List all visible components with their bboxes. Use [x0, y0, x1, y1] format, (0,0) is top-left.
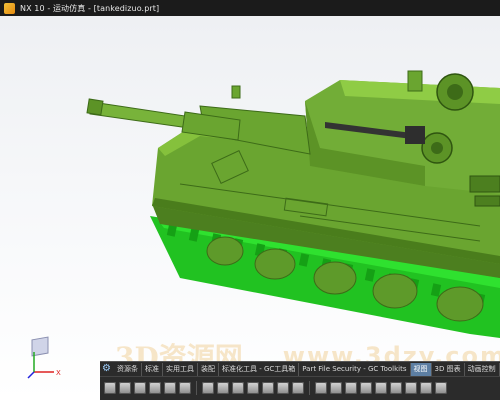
tab-resource-bar[interactable]: 资源条: [114, 362, 142, 376]
tab-gc-toolkit[interactable]: 标准化工具 - GC工具箱: [219, 362, 300, 376]
tab-standard[interactable]: 标准: [142, 362, 163, 376]
graphics-viewport[interactable]: X 3D资源网 www.3dzy.com: [0, 16, 500, 400]
toolbar-tool-icon[interactable]: [232, 382, 244, 394]
toolbar-tool-icon[interactable]: [375, 382, 387, 394]
toolbar-tool-icon[interactable]: [247, 382, 259, 394]
toolbar-tool-icon[interactable]: [420, 382, 432, 394]
window-titlebar: NX 10 - 运动仿真 - [tankedizuo.prt]: [0, 0, 500, 16]
tab-view[interactable]: 视图: [410, 362, 432, 376]
tab-animation-control[interactable]: 动画控制: [465, 362, 500, 376]
toolbar-tool-icon[interactable]: [149, 382, 161, 394]
nx-app-icon: [4, 2, 15, 14]
tab-3d-chart[interactable]: 3D 图表: [432, 362, 465, 376]
ribbon-toolbar: ⚙ 资源条 标准 实用工具 装配 标准化工具 - GC工具箱 Part File…: [100, 361, 500, 400]
toolbar-tool-icon[interactable]: [134, 382, 146, 394]
coordinate-triad: X: [27, 336, 61, 379]
main-gun: [86, 98, 241, 141]
toolbar-separator: [309, 381, 310, 395]
toolbar-tool-icon[interactable]: [292, 382, 304, 394]
toolbar-icon-row: [100, 377, 500, 399]
tab-part-file-security[interactable]: Part File Security - GC Toolkits: [299, 362, 411, 376]
toolbar-tool-icon[interactable]: [217, 382, 229, 394]
toolbar-tool-icon[interactable]: [405, 382, 417, 394]
toolbar-tool-icon[interactable]: [119, 382, 131, 394]
toolbar-tool-icon[interactable]: [262, 382, 274, 394]
toolbar-tool-icon[interactable]: [360, 382, 372, 394]
toolbar-separator: [196, 381, 197, 395]
gear-icon[interactable]: ⚙: [102, 364, 111, 374]
toolbar-tool-icon[interactable]: [164, 382, 176, 394]
toolbar-tool-icon[interactable]: [345, 382, 357, 394]
toolbar-tab-row: ⚙ 资源条 标准 实用工具 装配 标准化工具 - GC工具箱 Part File…: [100, 362, 500, 377]
toolbar-tool-icon[interactable]: [277, 382, 289, 394]
toolbar-tool-icon[interactable]: [390, 382, 402, 394]
tab-utilities[interactable]: 实用工具: [163, 362, 198, 376]
toolbar-tool-icon[interactable]: [104, 382, 116, 394]
tab-assembly[interactable]: 装配: [198, 362, 219, 376]
toolbar-tool-icon[interactable]: [202, 382, 214, 394]
window-title: NX 10 - 运动仿真 - [tankedizuo.prt]: [20, 3, 160, 13]
svg-text:X: X: [56, 369, 61, 377]
toolbar-tool-icon[interactable]: [179, 382, 191, 394]
toolbar-tool-icon[interactable]: [330, 382, 342, 394]
toolbar-tool-icon[interactable]: [315, 382, 327, 394]
toolbar-tool-icon[interactable]: [435, 382, 447, 394]
